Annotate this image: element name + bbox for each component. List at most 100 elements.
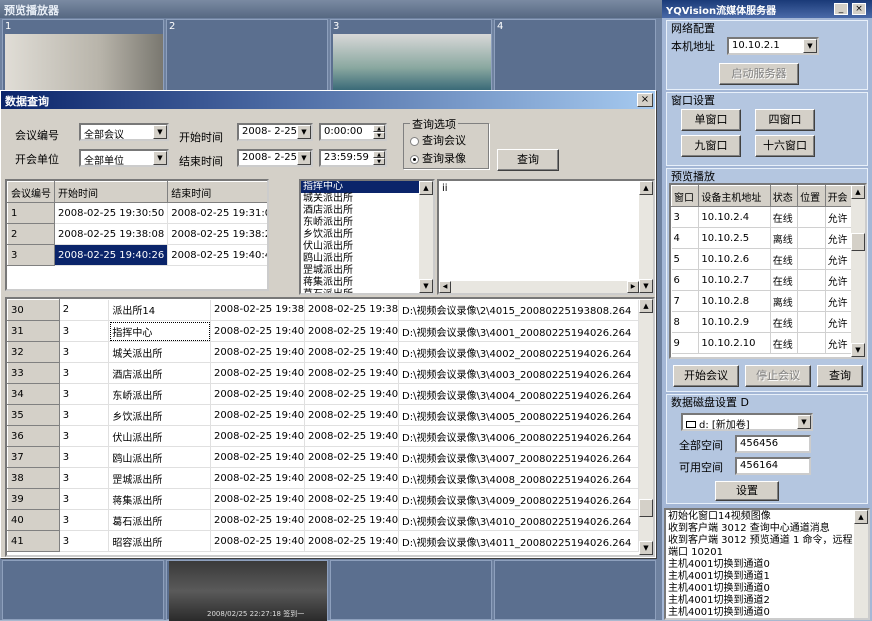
table-row[interactable]: 313指挥中心2008-02-25 19:40:262008-02-25 19:…	[7, 320, 639, 342]
scrollbar[interactable]: ▲ ▼	[851, 185, 865, 357]
single-window-button[interactable]: 单窗口	[681, 109, 741, 131]
table-row[interactable]: 2 2008-02-25 19:38:08 2008-02-25 19:38:29	[7, 223, 267, 245]
table-row[interactable]: 302派出所142008-02-25 19:38:082008-02-25 19…	[7, 299, 639, 321]
unit-label: 开会单位	[15, 153, 59, 166]
table-row[interactable]: 9 10.10.2.10 在线 允许	[671, 332, 854, 354]
table-cell: D:\视频会议录像\3\4002_20080225194026.264	[398, 341, 639, 363]
nine-window-button[interactable]: 九窗口	[681, 135, 741, 157]
end-time-spinner[interactable]: 23:59:59 ▲ ▼	[319, 149, 387, 167]
table-row[interactable]: 3 10.10.2.4 在线 允许	[671, 206, 854, 228]
scrollbar[interactable]: ▲ ▼	[639, 299, 653, 555]
start-date-picker[interactable]: 2008- 2-25 ▼	[237, 123, 313, 141]
table-cell: 2	[59, 299, 110, 321]
table-row[interactable]: 3 2008-02-25 19:40:26 2008-02-25 19:40:42	[7, 244, 267, 266]
end-date-picker[interactable]: 2008- 2-25 ▼	[237, 149, 313, 167]
list-item[interactable]: 乡饮派出所	[301, 229, 419, 241]
spinner-arrows-icon[interactable]: ▲ ▼	[373, 151, 385, 165]
stop-meeting-button[interactable]: 停止会议	[745, 365, 811, 387]
table-row[interactable]: 373鸥山派出所2008-02-25 19:40:262008-02-25 19…	[7, 446, 639, 468]
scroll-up-icon[interactable]: ▲	[639, 299, 653, 313]
scroll-up-icon[interactable]: ▲	[419, 181, 433, 195]
window-settings-group: 窗口设置 单窗口 四窗口 九窗口 十六窗口	[666, 92, 868, 166]
table-row[interactable]: 383罡城派出所2008-02-25 19:40:262008-02-25 19…	[7, 467, 639, 489]
start-meeting-button[interactable]: 开始会议	[673, 365, 739, 387]
scroll-up-icon[interactable]: ▲	[854, 510, 868, 524]
scrollbar[interactable]: ▲	[854, 510, 868, 618]
table-cell: 在线	[770, 206, 799, 228]
list-item[interactable]: 蒋集派出所	[301, 277, 419, 289]
scroll-down-icon[interactable]: ▼	[639, 541, 653, 555]
video-cell-16[interactable]	[494, 560, 656, 620]
video-cell-3[interactable]: 3	[330, 19, 492, 91]
horizontal-scrollbar[interactable]: ◀ ▶	[439, 281, 639, 293]
scroll-left-icon[interactable]: ◀	[439, 281, 451, 293]
scroll-thumb[interactable]	[639, 499, 653, 517]
video-cell-15[interactable]	[330, 560, 492, 620]
drive-select[interactable]: d: [新加卷] ▼	[681, 413, 813, 431]
start-server-button[interactable]: 启动服务器	[719, 63, 799, 85]
spinner-arrows-icon[interactable]: ▲ ▼	[373, 125, 385, 139]
scroll-thumb[interactable]	[851, 233, 865, 251]
list-item[interactable]: 伏山派出所	[301, 241, 419, 253]
table-cell: 2008-02-25 19:40:42	[304, 383, 400, 405]
table-cell: 离线	[770, 290, 799, 312]
list-item[interactable]: 酒店派出所	[301, 205, 419, 217]
set-disk-button[interactable]: 设置	[715, 481, 779, 501]
unit-select[interactable]: 全部单位 ▼	[79, 149, 169, 167]
video-cell-13[interactable]	[2, 560, 164, 620]
list-item[interactable]: 指挥中心	[301, 181, 419, 193]
four-window-button[interactable]: 四窗口	[755, 109, 815, 131]
list-item[interactable]: 葛石派出所	[301, 289, 419, 293]
scrollbar[interactable]: ▲ ▼	[419, 181, 433, 293]
table-row[interactable]: 4 10.10.2.5 离线 允许	[671, 227, 854, 249]
server-query-button[interactable]: 查询	[817, 365, 863, 387]
scroll-up-icon[interactable]: ▲	[639, 181, 653, 195]
total-space-field[interactable]: 456456	[735, 435, 811, 453]
network-config-label: 网络配置	[671, 22, 715, 35]
scroll-up-icon[interactable]: ▲	[851, 185, 865, 199]
table-cell: 2008-02-25 19:40:26	[210, 509, 306, 531]
table-row[interactable]: 353乡饮派出所2008-02-25 19:40:262008-02-25 19…	[7, 404, 639, 426]
close-button[interactable]: ×	[637, 93, 653, 107]
free-space-field[interactable]: 456164	[735, 457, 811, 475]
list-item[interactable]: 东峤派出所	[301, 217, 419, 229]
table-cell: 2008-02-25 19:40:42	[304, 467, 400, 489]
minimize-icon[interactable]: _	[834, 3, 848, 15]
table-row[interactable]: 1 2008-02-25 19:30:50 2008-02-25 19:31:02	[7, 202, 267, 224]
table-row[interactable]: 333酒店派出所2008-02-25 19:40:262008-02-25 19…	[7, 362, 639, 384]
video-cell-1[interactable]: 1	[2, 19, 164, 91]
list-item[interactable]: 城关派出所	[301, 193, 419, 205]
table-row[interactable]: 7 10.10.2.8 离线 允许	[671, 290, 854, 312]
scrollbar[interactable]: ▲ ▼	[639, 181, 653, 293]
table-row[interactable]: 363伏山派出所2008-02-25 19:40:262008-02-25 19…	[7, 425, 639, 447]
table-row[interactable]: 8 10.10.2.9 在线 允许	[671, 311, 854, 333]
query-button[interactable]: 查询	[497, 149, 559, 171]
note-text-area[interactable]: ii ▲ ▼ ◀ ▶	[437, 179, 655, 295]
video-cell-14[interactable]: 2008/02/25 22:27:18 签到一	[166, 560, 328, 621]
meeting-no-select[interactable]: 全部会议 ▼	[79, 123, 169, 141]
table-row[interactable]: 413昭容派出所2008-02-25 19:40:262008-02-25 19…	[7, 530, 639, 552]
table-row[interactable]: 403葛石派出所2008-02-25 19:40:262008-02-25 19…	[7, 509, 639, 531]
table-row[interactable]: 393蒋集派出所2008-02-25 19:40:262008-02-25 19…	[7, 488, 639, 510]
list-item[interactable]: 罡城派出所	[301, 265, 419, 277]
table-row[interactable]: 343东峤派出所2008-02-25 19:40:262008-02-25 19…	[7, 383, 639, 405]
table-row[interactable]: 323城关派出所2008-02-25 19:40:262008-02-25 19…	[7, 341, 639, 363]
sixteen-window-button[interactable]: 十六窗口	[755, 135, 815, 157]
video-cell-4[interactable]: 4	[494, 19, 656, 91]
radio-query-meeting[interactable]: 查询会议	[410, 132, 466, 148]
scroll-down-icon[interactable]: ▼	[639, 279, 653, 293]
chevron-down-icon: ▼	[153, 125, 167, 139]
table-cell: D:\视频会议录像\3\4003_20080225194026.264	[398, 362, 639, 384]
table-row[interactable]: 5 10.10.2.6 在线 允许	[671, 248, 854, 270]
video-cell-2[interactable]: 2	[166, 19, 328, 91]
list-item[interactable]: 鸥山派出所	[301, 253, 419, 265]
close-icon[interactable]: ×	[852, 3, 866, 15]
server-title-text: YQVision流媒体服务器	[666, 6, 777, 17]
scroll-down-icon[interactable]: ▼	[851, 343, 865, 357]
start-time-spinner[interactable]: 0:00:00 ▲ ▼	[319, 123, 387, 141]
address-select[interactable]: 10.10.2.1 ▼	[727, 37, 819, 55]
table-row[interactable]: 6 10.10.2.7 在线 允许	[671, 269, 854, 291]
scroll-down-icon[interactable]: ▼	[419, 279, 433, 293]
radio-query-record[interactable]: 查询录像	[410, 150, 466, 166]
scroll-right-icon[interactable]: ▶	[627, 281, 639, 293]
